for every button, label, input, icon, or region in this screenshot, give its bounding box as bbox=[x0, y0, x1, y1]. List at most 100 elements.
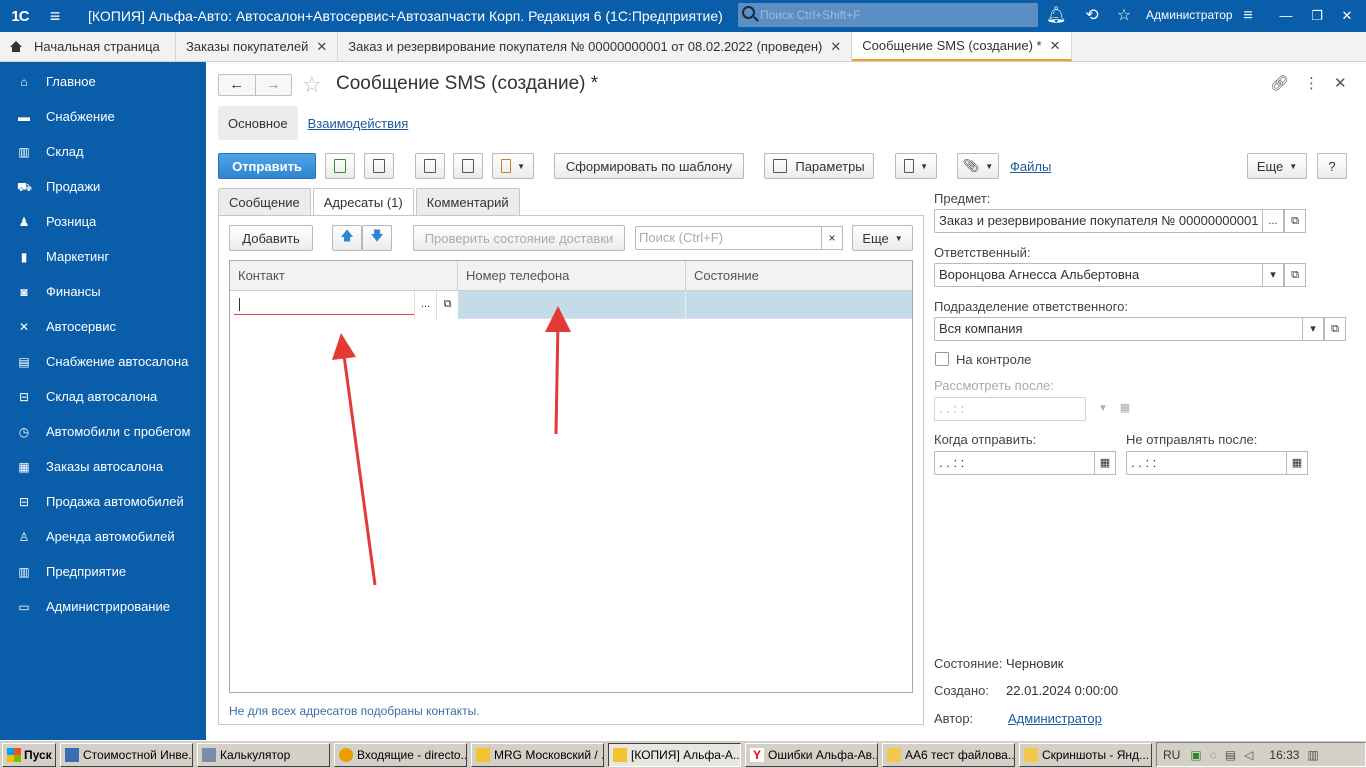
attach-button[interactable]: 📎︎ ▼ bbox=[957, 153, 999, 179]
menu-icon[interactable]: ≡ bbox=[40, 6, 70, 27]
tray-icon[interactable]: ▥ bbox=[1307, 748, 1318, 762]
post-button[interactable] bbox=[325, 153, 355, 179]
column-header-contact[interactable]: Контакт bbox=[230, 261, 458, 290]
favorite-star-icon[interactable]: ☆ bbox=[302, 72, 322, 98]
dept-dropdown[interactable]: ▾ bbox=[1302, 317, 1324, 341]
close-window-icon[interactable]: ✕ bbox=[1336, 6, 1358, 26]
review-after-field[interactable]: . . : : bbox=[934, 397, 1086, 421]
sidebar-item-car-rental[interactable]: ♙ Аренда автомобилей bbox=[0, 519, 206, 554]
calendar-icon[interactable]: ▦ bbox=[1286, 451, 1308, 475]
tab-comment[interactable]: Комментарий bbox=[415, 188, 520, 216]
subject-field[interactable]: Заказ и резервирование покупателя № 0000… bbox=[934, 209, 1264, 233]
sidebar-item-admin[interactable]: ▭ Администрирование bbox=[0, 589, 206, 624]
send-button[interactable]: Отправить bbox=[218, 153, 316, 179]
sidebar-item-retail[interactable]: ♟ Розница bbox=[0, 204, 206, 239]
sidebar-item-sales[interactable]: ⛟ Продажи bbox=[0, 169, 206, 204]
template-button[interactable]: Сформировать по шаблону bbox=[554, 153, 744, 179]
contacts-notice[interactable]: Не для всех адресатов подобраны контакты… bbox=[229, 704, 480, 718]
author-link[interactable]: Администратор bbox=[1008, 711, 1102, 726]
current-user[interactable]: Администратор bbox=[1146, 8, 1233, 22]
sidebar-item-car-supply[interactable]: ▤ Снабжение автосалона bbox=[0, 344, 206, 379]
clock[interactable]: 16:33 bbox=[1269, 748, 1299, 762]
close-icon[interactable]: ✕ bbox=[830, 39, 841, 55]
review-after-dropdown[interactable]: ▾ bbox=[1092, 397, 1114, 421]
forward-icon[interactable]: → bbox=[254, 75, 292, 95]
restore-icon[interactable]: ❐ bbox=[1306, 6, 1328, 26]
column-header-state[interactable]: Состояние bbox=[686, 261, 912, 290]
taskbar-item[interactable]: Y Ошибки Альфа-Ав... bbox=[745, 742, 878, 767]
help-button[interactable]: ? bbox=[1317, 153, 1347, 179]
tab-order[interactable]: Заказ и резервирование покупателя № 0000… bbox=[338, 32, 853, 61]
open-contact-icon[interactable]: ⧉ bbox=[436, 291, 458, 319]
create-based-button[interactable]: ▼ bbox=[492, 153, 534, 179]
settings-icon[interactable]: ≡ bbox=[1238, 6, 1258, 26]
subject-select-button[interactable]: ... bbox=[1262, 209, 1284, 233]
add-button[interactable]: Добавить bbox=[229, 225, 313, 251]
link-icon[interactable]: 🔗︎ bbox=[1270, 74, 1289, 92]
state-cell[interactable] bbox=[686, 291, 912, 319]
start-button[interactable]: Пуск bbox=[2, 742, 56, 767]
taskbar-item[interactable]: Стоимостной Инве... bbox=[60, 742, 193, 767]
close-icon[interactable]: ✕ bbox=[1050, 38, 1061, 54]
send-when-field[interactable]: . . : : bbox=[934, 451, 1096, 475]
grid-more-button[interactable]: Еще ▼ bbox=[852, 225, 913, 251]
contact-cell[interactable]: ... ⧉ bbox=[230, 291, 458, 319]
bell-icon[interactable]: 🔔︎ bbox=[1046, 6, 1066, 26]
print-button[interactable]: ▼ bbox=[895, 153, 937, 179]
close-icon[interactable]: ✕ bbox=[316, 39, 327, 55]
sidebar-item-car-warehouse[interactable]: ⊟ Склад автосалона bbox=[0, 379, 206, 414]
taskbar-item-active[interactable]: [КОПИЯ] Альфа-А... bbox=[608, 742, 741, 767]
star-icon[interactable]: ☆ bbox=[1114, 6, 1134, 26]
tab-customer-orders[interactable]: Заказы покупателей ✕ bbox=[176, 32, 339, 61]
on-control-checkbox[interactable] bbox=[935, 352, 949, 366]
responsible-field[interactable]: Воронцова Агнесса Альбертовна bbox=[934, 263, 1266, 287]
calendar-icon[interactable]: ▦ bbox=[1094, 451, 1116, 475]
global-search-input[interactable]: Поиск Ctrl+Shift+F bbox=[738, 3, 1038, 27]
sidebar-item-car-orders[interactable]: ▦ Заказы автосалона bbox=[0, 449, 206, 484]
calendar-icon[interactable]: ▦ bbox=[1114, 397, 1136, 421]
volume-icon[interactable]: ◁ bbox=[1244, 748, 1253, 762]
more-button[interactable]: Еще ▼ bbox=[1247, 153, 1307, 179]
move-up-button[interactable]: 🡅 bbox=[332, 225, 362, 251]
files-link[interactable]: Файлы bbox=[1010, 159, 1051, 174]
sidebar-item-main[interactable]: ⌂ Главное bbox=[0, 64, 206, 99]
dept-open-icon[interactable]: ⧉ bbox=[1324, 317, 1346, 341]
subject-open-icon[interactable]: ⧉ bbox=[1284, 209, 1306, 233]
taskbar-item[interactable]: Скриншоты - Янд... bbox=[1019, 742, 1152, 767]
sidebar-item-warehouse[interactable]: ▥ Склад bbox=[0, 134, 206, 169]
responsible-dropdown[interactable]: ▾ bbox=[1262, 263, 1284, 287]
sidebar-item-supply[interactable]: ▬ Снабжение bbox=[0, 99, 206, 134]
check-delivery-button[interactable]: Проверить состояние доставки bbox=[413, 225, 625, 251]
no-send-after-field[interactable]: . . : : bbox=[1126, 451, 1288, 475]
tab-home[interactable]: Начальная страница bbox=[0, 32, 176, 61]
tray-icon[interactable]: ▤ bbox=[1225, 748, 1236, 762]
taskbar-item[interactable]: Входящие - directo... bbox=[334, 742, 467, 767]
table-row[interactable]: ... ⧉ bbox=[230, 291, 912, 319]
dept-field[interactable]: Вся компания bbox=[934, 317, 1306, 341]
history-icon[interactable]: ⟲ bbox=[1082, 6, 1102, 26]
minimize-icon[interactable]: — bbox=[1275, 6, 1297, 26]
taskbar-item[interactable]: АА6 тест файлова... bbox=[882, 742, 1015, 767]
recipients-search-input[interactable]: Поиск (Ctrl+F) bbox=[635, 226, 823, 250]
tray-icon[interactable]: ◌ bbox=[1210, 748, 1217, 762]
tab-main[interactable]: Основное bbox=[218, 106, 298, 140]
responsible-open-icon[interactable]: ⧉ bbox=[1284, 263, 1306, 287]
tab-interactions[interactable]: Взаимодействия bbox=[298, 106, 419, 140]
sms-button[interactable] bbox=[453, 153, 483, 179]
taskbar-item[interactable]: MRG Московский / ... bbox=[471, 742, 604, 767]
tab-message[interactable]: Сообщение bbox=[218, 188, 311, 216]
taskbar-item[interactable]: Калькулятор bbox=[197, 742, 330, 767]
clear-search-button[interactable]: × bbox=[821, 226, 843, 250]
sidebar-item-car-sales[interactable]: ⊟ Продажа автомобилей bbox=[0, 484, 206, 519]
sidebar-item-autoservice[interactable]: ✕ Автосервис bbox=[0, 309, 206, 344]
language-indicator[interactable]: RU bbox=[1163, 748, 1180, 762]
sidebar-item-enterprise[interactable]: ▥ Предприятие bbox=[0, 554, 206, 589]
back-icon[interactable]: ← bbox=[219, 75, 255, 95]
close-icon[interactable]: ✕ bbox=[1334, 74, 1347, 92]
sidebar-item-used-cars[interactable]: ◷ Автомобили с пробегом bbox=[0, 414, 206, 449]
app-logo[interactable]: 1С bbox=[0, 0, 40, 32]
params-button[interactable]: Параметры bbox=[764, 153, 874, 179]
network-icon[interactable]: ▣ bbox=[1190, 748, 1201, 762]
select-contact-button[interactable]: ... bbox=[414, 291, 436, 319]
move-down-button[interactable]: 🡇 bbox=[362, 225, 392, 251]
